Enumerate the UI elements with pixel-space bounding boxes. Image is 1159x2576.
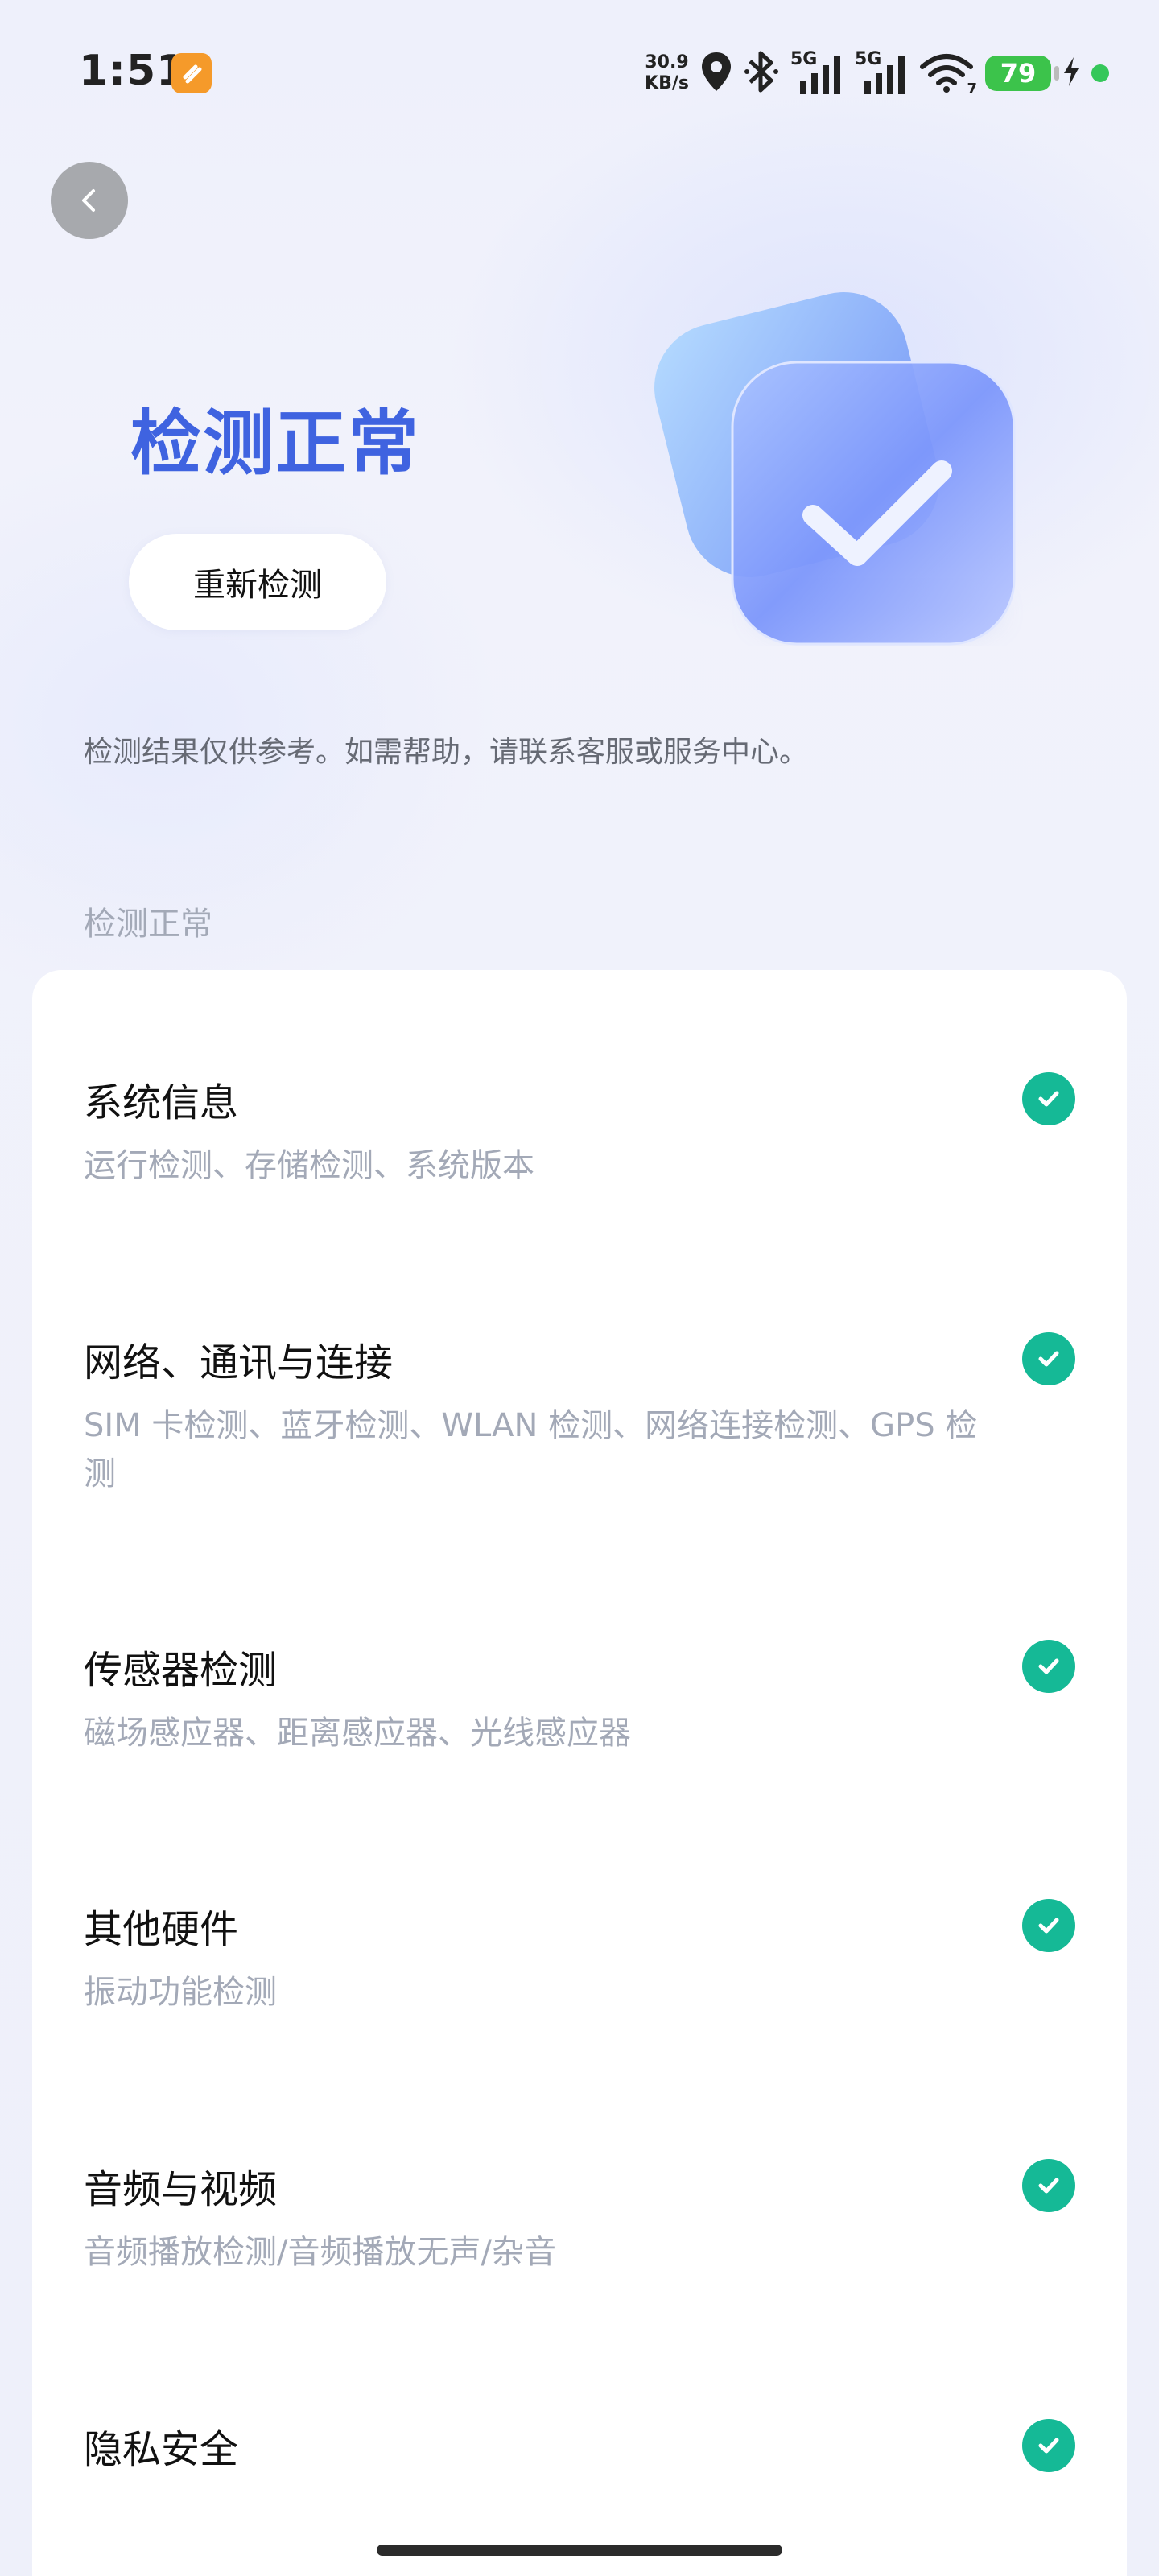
check-circle-icon — [1022, 1899, 1075, 1952]
item-title: 音频与视频 — [84, 2167, 278, 2212]
item-subtitle: 音频播放检测/音频播放无声/杂音 — [84, 2234, 556, 2271]
disclaimer-text: 检测结果仅供参考。如需帮助，请联系客服或服务中心。 — [84, 736, 809, 769]
results-card: 系统信息 运行检测、存储检测、系统版本 网络、通讯与连接 SIM 卡检测、蓝牙检… — [32, 970, 1127, 2576]
item-subtitle: 磁场感应器、距离感应器、光线感应器 — [84, 1715, 631, 1752]
network-speed-unit: KB/s — [645, 73, 689, 93]
check-circle-icon — [1022, 2159, 1075, 2212]
battery-indicator: 79 — [985, 56, 1059, 91]
home-indicator[interactable] — [377, 2545, 782, 2556]
item-title: 传感器检测 — [84, 1648, 278, 1693]
charging-icon — [1062, 56, 1080, 91]
signal-icon: 5G — [790, 49, 843, 97]
network-speed: 30.9 KB/s — [645, 52, 689, 94]
section-label: 检测正常 — [84, 906, 212, 943]
check-circle-icon — [1022, 1332, 1075, 1385]
back-button[interactable] — [51, 162, 128, 239]
item-subtitle: SIM 卡检测、蓝牙检测、WLAN 检测、网络连接检测、GPS 检测 — [84, 1407, 978, 1492]
item-title: 其他硬件 — [84, 1907, 239, 1952]
list-item-sensors[interactable]: 传感器检测 磁场感应器、距离感应器、光线感应器 — [32, 1638, 1127, 1847]
location-icon — [700, 51, 732, 96]
check-circle-icon — [1022, 1640, 1075, 1693]
status-icons: 30.9 KB/s 5G 5G 7 79 — [645, 45, 1109, 101]
check-circle-icon — [1022, 1072, 1075, 1125]
check-circle-icon — [1022, 2419, 1075, 2472]
bluetooth-icon — [744, 50, 779, 97]
list-item-other-hardware[interactable]: 其他硬件 振动功能检测 — [32, 1897, 1127, 2107]
status-bar: 1:51 30.9 KB/s 5G 5G 7 79 — [0, 0, 1159, 145]
signal-icon: 5G — [855, 49, 908, 97]
wifi-icon: 7 — [919, 52, 977, 97]
item-title: 系统信息 — [84, 1080, 239, 1125]
chevron-left-icon — [82, 189, 95, 212]
privacy-indicator-dot — [1091, 64, 1109, 82]
item-subtitle: 振动功能检测 — [84, 1974, 277, 2011]
wifi-label: 7 — [967, 80, 977, 97]
app-badge-icon — [171, 53, 212, 93]
page-title: 检测正常 — [130, 402, 421, 485]
check-badge-illustration-icon — [644, 274, 1030, 660]
battery-level: 79 — [1000, 58, 1037, 89]
list-item-audio-video[interactable]: 音频与视频 音频播放检测/音频播放无声/杂音 — [32, 2157, 1127, 2367]
item-title: 隐私安全 — [84, 2427, 239, 2472]
list-item-network[interactable]: 网络、通讯与连接 SIM 卡检测、蓝牙检测、WLAN 检测、网络连接检测、GPS… — [32, 1331, 1127, 1572]
recheck-button[interactable]: 重新检测 — [129, 534, 386, 630]
item-subtitle: 运行检测、存储检测、系统版本 — [84, 1147, 534, 1184]
status-time: 1:51 — [79, 47, 187, 95]
list-item-system-info[interactable]: 系统信息 运行检测、存储检测、系统版本 — [32, 1071, 1127, 1280]
network-speed-value: 30.9 — [645, 52, 689, 72]
item-title: 网络、通讯与连接 — [84, 1340, 394, 1385]
